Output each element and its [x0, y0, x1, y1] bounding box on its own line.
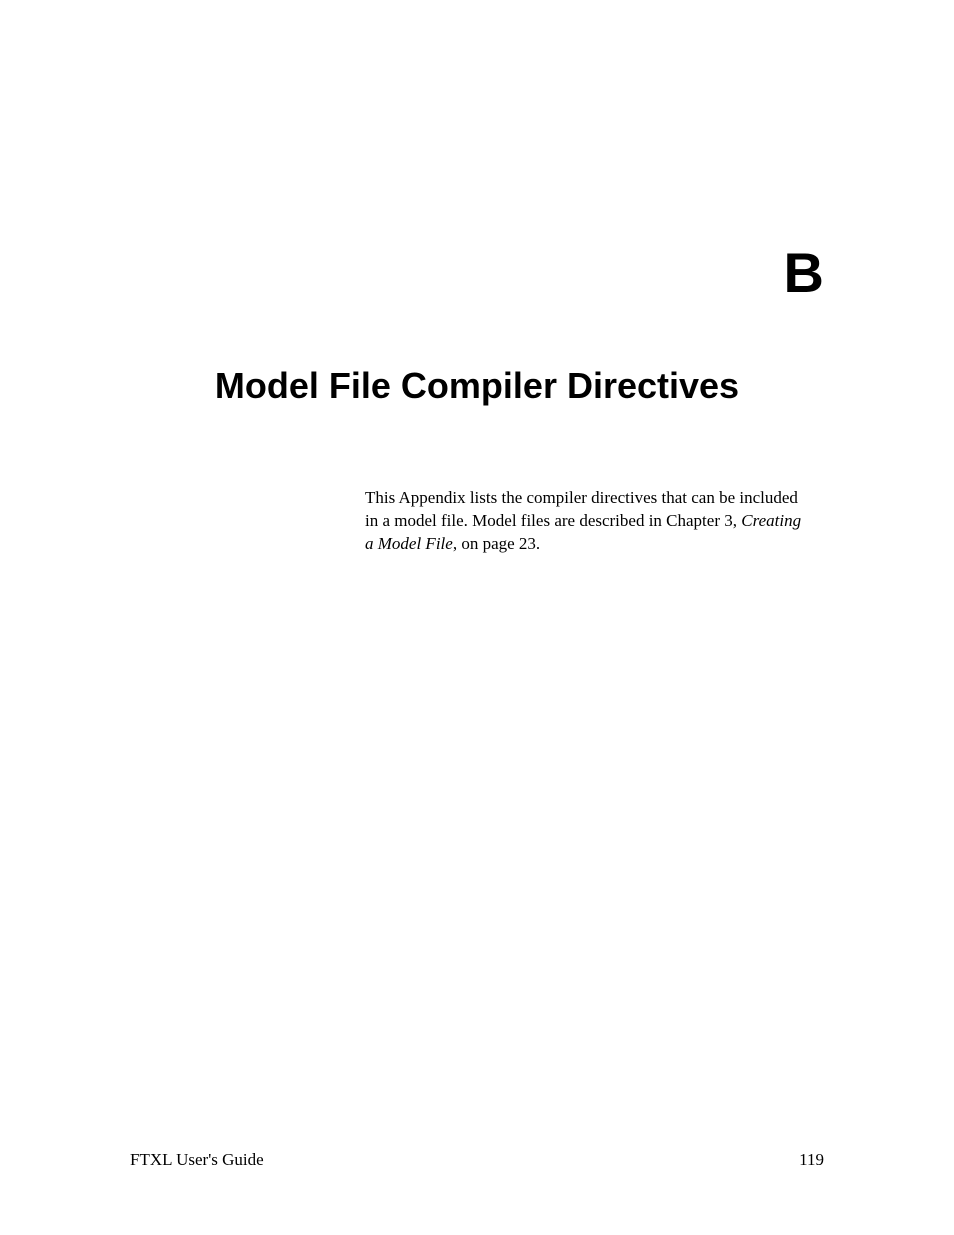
intro-paragraph: This Appendix lists the compiler directi… — [365, 487, 804, 556]
document-page: B Model File Compiler Directives This Ap… — [0, 0, 954, 1235]
footer-page-number: 119 — [799, 1150, 824, 1170]
intro-text-after: , on page 23. — [453, 534, 540, 553]
appendix-title: Model File Compiler Directives — [130, 365, 824, 407]
intro-text-before: This Appendix lists the compiler directi… — [365, 488, 798, 530]
page-footer: FTXL User's Guide 119 — [130, 1150, 824, 1170]
appendix-letter: B — [130, 240, 824, 305]
footer-document-title: FTXL User's Guide — [130, 1150, 264, 1170]
